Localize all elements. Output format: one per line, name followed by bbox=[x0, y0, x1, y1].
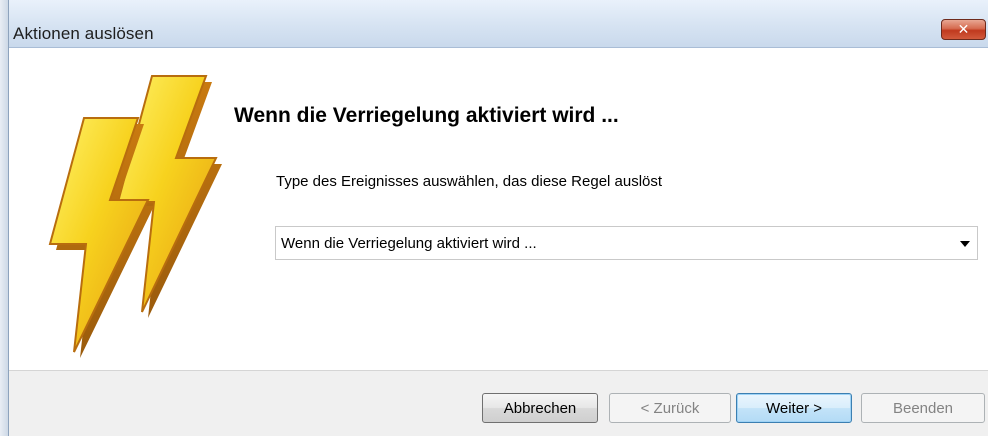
lightning-bolts-icon bbox=[48, 75, 222, 358]
button-bar: Abbrechen < Zurück Weiter > Beenden bbox=[9, 370, 988, 436]
window-title: Aktionen auslösen bbox=[13, 24, 154, 43]
lightning-bolt-back bbox=[116, 75, 222, 318]
finish-button[interactable]: Beenden bbox=[861, 393, 985, 423]
cancel-button[interactable]: Abbrechen bbox=[482, 393, 598, 423]
close-icon: ✕ bbox=[957, 21, 970, 38]
instruction-label: Type des Ereignisses auswählen, das dies… bbox=[276, 173, 663, 190]
event-type-select-value: Wenn die Verriegelung aktiviert wird ... bbox=[281, 235, 537, 252]
page-title: Wenn die Verriegelung aktiviert wird ... bbox=[234, 104, 619, 127]
back-button[interactable]: < Zurück bbox=[609, 393, 731, 423]
title-bar[interactable]: Aktionen auslösen ✕ bbox=[9, 0, 988, 48]
window-border bbox=[0, 0, 9, 436]
next-button[interactable]: Weiter > bbox=[736, 393, 852, 423]
chevron-down-icon[interactable] bbox=[960, 241, 970, 247]
dialog-window: Aktionen auslösen ✕ Wenn die Verriegelun… bbox=[0, 0, 988, 436]
event-type-select[interactable]: Wenn die Verriegelung aktiviert wird ... bbox=[275, 226, 978, 260]
close-button[interactable]: ✕ bbox=[941, 19, 986, 40]
